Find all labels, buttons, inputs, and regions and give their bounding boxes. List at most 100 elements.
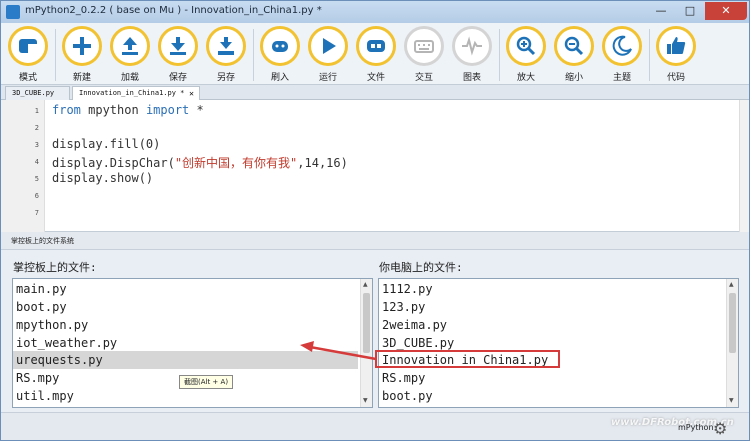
- check-button-label: 代码: [666, 73, 685, 83]
- check-button[interactable]: 代码: [653, 26, 699, 86]
- computer-files-title: 你电脑上的文件:: [379, 261, 463, 274]
- app-window: mPython2_0.2.2 ( base on Mu ) - Innovati…: [0, 0, 750, 441]
- code-line: from mpython import *: [52, 103, 204, 117]
- flash-icon: [260, 26, 300, 66]
- files-panel-title: 掌控板上的文件系统: [11, 237, 74, 245]
- mode-indicator[interactable]: mPython: [678, 423, 714, 432]
- list-item-selected[interactable]: urequests.py: [13, 351, 358, 369]
- play-icon: [308, 26, 348, 66]
- scroll-down-icon[interactable]: ▼: [363, 397, 368, 404]
- device-list-scrollbar[interactable]: ▲ ▼: [360, 279, 372, 407]
- editor-scrollbar[interactable]: [739, 100, 749, 232]
- minimize-button[interactable]: —: [647, 2, 675, 20]
- new-button-label: 新建: [72, 73, 91, 83]
- code-line: display.DispChar("创新中国，有你有我",14,16): [52, 156, 348, 170]
- gear-icon[interactable]: ⚙: [713, 419, 727, 438]
- list-item[interactable]: 1112.py: [382, 280, 433, 298]
- plotter-icon: [452, 26, 492, 66]
- app-icon: [6, 5, 20, 19]
- title-bar: mPython2_0.2.2 ( base on Mu ) - Innovati…: [1, 1, 749, 23]
- toolbar: 模式 新建 加载 保存 另存 刷入 运行 文件 交互 图表 放大 缩小 主题 代…: [1, 23, 749, 86]
- files-panel-header[interactable]: 掌控板上的文件系统: [1, 232, 749, 250]
- theme-button-label: 主题: [612, 73, 631, 83]
- run-button[interactable]: 运行: [305, 26, 351, 86]
- list-item[interactable]: RS.mpy: [382, 369, 425, 387]
- list-item[interactable]: main.py: [16, 280, 67, 298]
- list-item[interactable]: Innovation_in_China1.py: [382, 351, 548, 369]
- save-as-button-label: 另存: [216, 73, 235, 83]
- zoom-out-button-label: 缩小: [564, 73, 583, 83]
- tab-label: 3D_CUBE.py: [12, 89, 55, 97]
- plus-icon: [62, 26, 102, 66]
- flash-button-label: 刷入: [270, 73, 289, 83]
- window-title: mPython2_0.2.2 ( base on Mu ) - Innovati…: [25, 5, 322, 16]
- line-number: 3: [34, 141, 39, 149]
- code-line: display.show(): [52, 171, 154, 185]
- mode-icon: [8, 26, 48, 66]
- files-button[interactable]: 文件: [353, 26, 399, 86]
- plotter-button-label: 图表: [462, 73, 481, 83]
- screenshot-tooltip: 截图(Alt + A): [179, 375, 234, 389]
- line-number: 4: [34, 158, 39, 166]
- repl-button-label: 交互: [414, 73, 433, 83]
- mode-button[interactable]: 模式: [5, 26, 51, 86]
- line-number: 1: [34, 107, 39, 115]
- list-item[interactable]: util.mpy: [16, 387, 74, 405]
- line-number: 7: [34, 209, 39, 217]
- list-item[interactable]: 123.py: [382, 298, 425, 316]
- theme-button[interactable]: 主题: [599, 26, 645, 86]
- load-button[interactable]: 加载: [107, 26, 153, 86]
- flash-button[interactable]: 刷入: [257, 26, 303, 86]
- zoom-out-icon: [554, 26, 594, 66]
- mode-button-label: 模式: [18, 73, 37, 83]
- scroll-up-icon[interactable]: ▲: [729, 281, 734, 288]
- save-button-label: 保存: [168, 73, 187, 83]
- code-editor[interactable]: 1 2 3 4 5 6 7 from mpython import * disp…: [1, 100, 749, 232]
- code-line: display.fill(0): [52, 137, 161, 151]
- list-item[interactable]: RS.mpy: [16, 369, 59, 387]
- list-item[interactable]: 2weima.py: [382, 316, 447, 334]
- line-number: 2: [34, 124, 39, 132]
- close-button[interactable]: ✕: [705, 2, 747, 20]
- download-icon: [158, 26, 198, 66]
- moon-icon: [602, 26, 642, 66]
- plotter-button[interactable]: 图表: [449, 26, 495, 86]
- load-button-label: 加载: [120, 73, 139, 83]
- thumbs-up-icon: [656, 26, 696, 66]
- line-number: 6: [34, 192, 39, 200]
- zoom-in-button-label: 放大: [516, 73, 535, 83]
- list-item[interactable]: boot.py: [16, 298, 67, 316]
- files-button-label: 文件: [366, 73, 385, 83]
- scroll-thumb[interactable]: [729, 293, 736, 353]
- list-item[interactable]: iot_weather.py: [16, 334, 117, 352]
- tab-innovation-in-china[interactable]: Innovation_in_China1.py * ✕: [72, 86, 200, 100]
- computer-file-list[interactable]: 1112.py 123.py 2weima.py 3D_CUBE.py Inno…: [378, 278, 739, 408]
- save-as-button[interactable]: 另存: [203, 26, 249, 86]
- repl-button[interactable]: 交互: [401, 26, 447, 86]
- run-button-label: 运行: [318, 73, 337, 83]
- list-item[interactable]: mpython.py: [16, 316, 88, 334]
- scroll-down-icon[interactable]: ▼: [729, 397, 734, 404]
- line-number-gutter: 1 2 3 4 5 6 7: [1, 100, 45, 232]
- tab-3d-cube[interactable]: 3D_CUBE.py: [5, 86, 70, 100]
- computer-list-scrollbar[interactable]: ▲ ▼: [726, 279, 738, 407]
- files-panel: 掌控板上的文件: 你电脑上的文件: main.py boot.py mpytho…: [1, 250, 749, 412]
- tab-close-icon[interactable]: ✕: [189, 87, 194, 100]
- zoom-in-icon: [506, 26, 546, 66]
- scroll-up-icon[interactable]: ▲: [363, 281, 368, 288]
- files-icon: [356, 26, 396, 66]
- list-item[interactable]: boot.py: [382, 387, 433, 405]
- list-item[interactable]: 3D_CUBE.py: [382, 334, 454, 352]
- status-bar: www.DFRobot.com.cn mPython ⚙: [1, 412, 749, 440]
- scroll-thumb[interactable]: [363, 293, 370, 353]
- line-number: 5: [34, 175, 39, 183]
- maximize-button[interactable]: □: [676, 2, 704, 20]
- zoom-out-button[interactable]: 缩小: [551, 26, 597, 86]
- tab-label: Innovation_in_China1.py *: [79, 89, 185, 97]
- new-button[interactable]: 新建: [59, 26, 105, 86]
- tab-bar: 3D_CUBE.py Innovation_in_China1.py * ✕: [1, 85, 749, 100]
- device-files-title: 掌控板上的文件:: [13, 261, 97, 274]
- keyboard-icon: [404, 26, 444, 66]
- zoom-in-button[interactable]: 放大: [503, 26, 549, 86]
- save-button[interactable]: 保存: [155, 26, 201, 86]
